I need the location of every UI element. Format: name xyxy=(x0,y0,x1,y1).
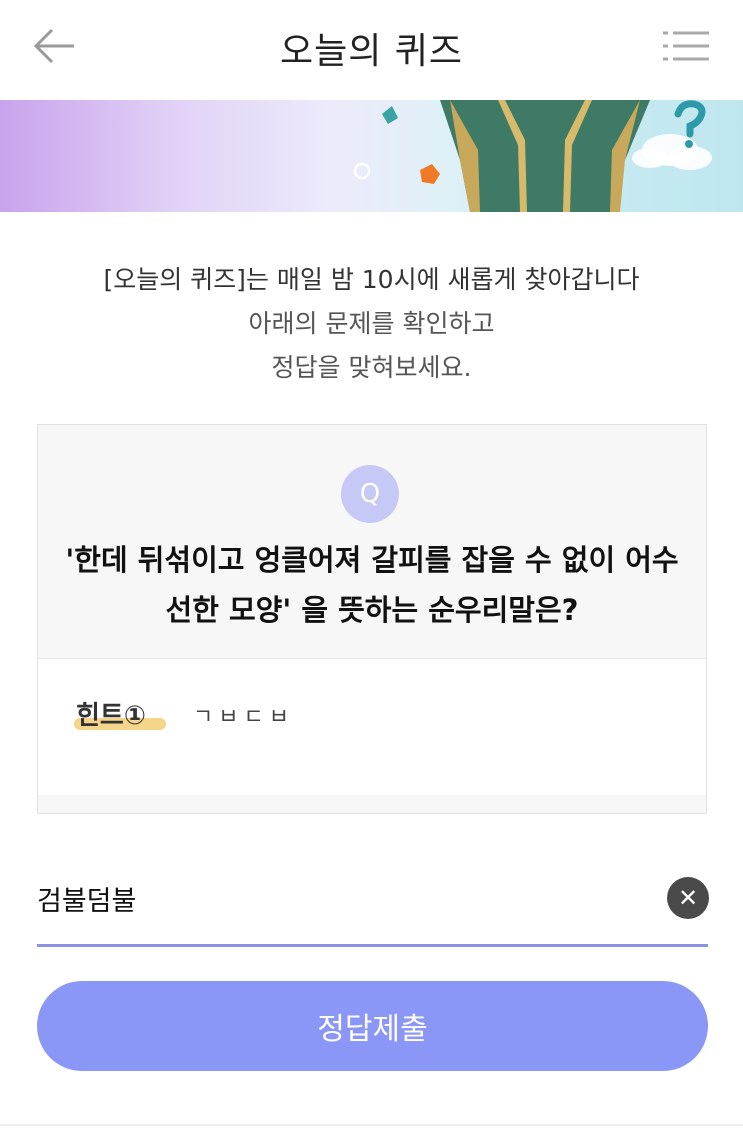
menu-icon xyxy=(663,31,709,61)
intro-line-1: [오늘의 퀴즈]는 매일 밤 10시에 새롭게 찾아갑니다 xyxy=(103,265,640,294)
quiz-card: Q '한데 뒤섞이고 엉클어져 갈피를 잡을 수 없이 어수 선한 모양' 을 … xyxy=(37,424,707,814)
hint-label: 힌트① xyxy=(74,695,166,732)
header-bar: 오늘의 퀴즈 xyxy=(0,0,743,100)
question-badge: Q xyxy=(341,465,399,523)
question-text: '한데 뒤섞이고 엉클어져 갈피를 잡을 수 없이 어수 선한 모양' 을 뜻하… xyxy=(58,535,686,635)
quiz-banner xyxy=(0,100,743,212)
question-line-1: '한데 뒤섞이고 엉클어져 갈피를 잡을 수 없이 어수 xyxy=(65,543,679,577)
answer-underline xyxy=(37,944,708,947)
page-title: 오늘의 퀴즈 xyxy=(279,31,464,72)
banner-illustration xyxy=(353,100,712,212)
intro-line-3: 정답을 맞혀보세요. xyxy=(271,353,472,382)
clear-button[interactable]: ✕ xyxy=(667,877,709,919)
intro-text: [오늘의 퀴즈]는 매일 밤 10시에 새롭게 찾아갑니다 아래의 문제를 확인… xyxy=(0,258,743,390)
close-icon: ✕ xyxy=(677,884,699,912)
answer-input[interactable] xyxy=(37,866,657,930)
intro-line-2: 아래의 문제를 확인하고 xyxy=(248,309,495,338)
hint-label-text: 힌트① xyxy=(76,701,146,731)
menu-button[interactable] xyxy=(661,26,713,66)
submit-answer-button[interactable]: 정답제출 xyxy=(37,981,708,1071)
question-line-2: 선한 모양' 을 뜻하는 순우리말은? xyxy=(165,593,579,627)
hint-area: 힌트① ㄱㅂㄷㅂ xyxy=(38,658,706,795)
hint-value: ㄱㅂㄷㅂ xyxy=(193,705,294,730)
bottom-divider xyxy=(0,1124,743,1126)
